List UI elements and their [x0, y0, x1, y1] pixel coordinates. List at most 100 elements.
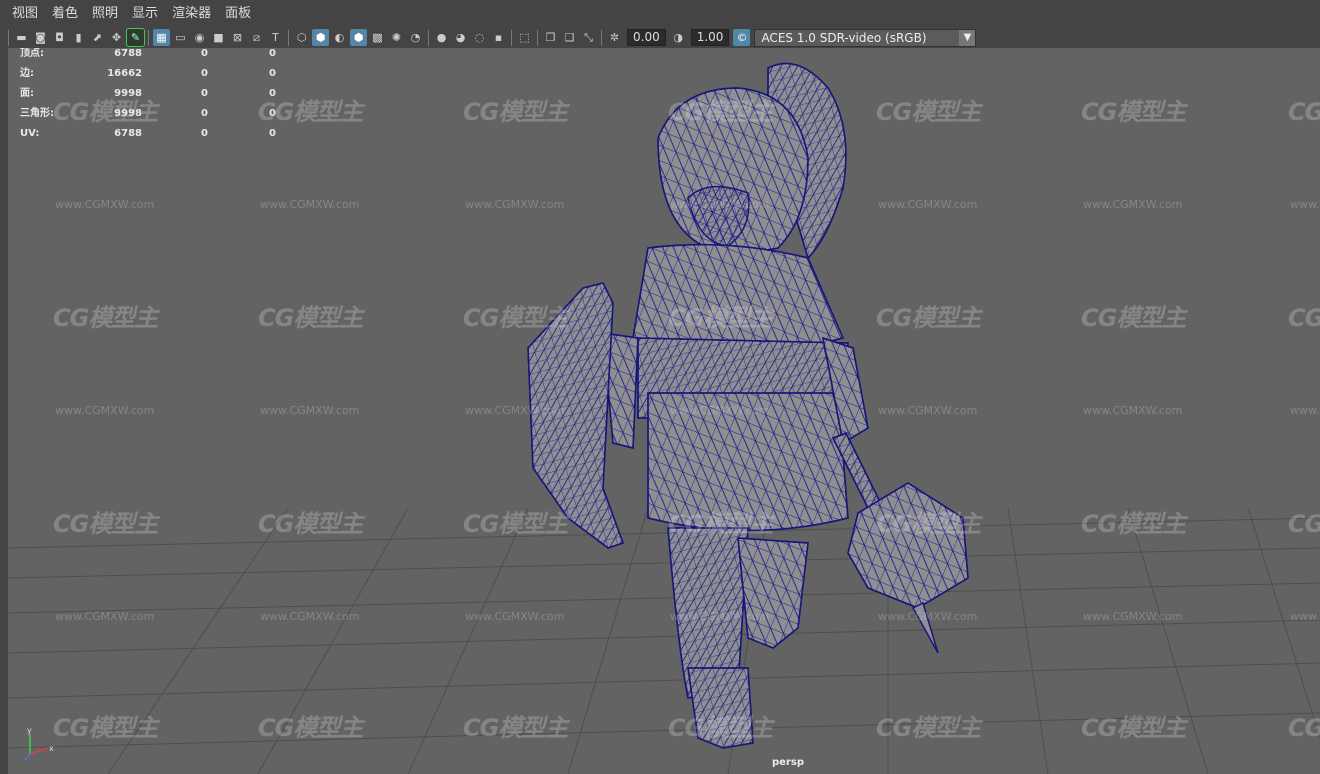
axis-y-label: y — [27, 726, 32, 735]
watermark-url: www.CGMXW.com — [670, 404, 770, 417]
toolbar-separator — [537, 29, 538, 46]
image-plane-icon[interactable]: ▮ — [70, 29, 87, 46]
shadows-icon[interactable]: ◔ — [407, 29, 424, 46]
persp-viewport[interactable]: 顶点: 6788 0 0 边: 16662 0 0 面: 9998 0 0 三角… — [8, 48, 1320, 774]
camera-attributes-icon[interactable]: ◙ — [32, 29, 49, 46]
menu-renderer[interactable]: 渲染器 — [165, 0, 218, 27]
2d-pan-zoom-icon[interactable]: ✥ — [108, 29, 125, 46]
camera-select-icon[interactable]: ▬ — [13, 29, 30, 46]
motion-blur-icon[interactable]: ◕ — [452, 29, 469, 46]
resolution-gate-icon[interactable]: ◉ — [191, 29, 208, 46]
watermark-logo: CG模型主 — [1288, 510, 1320, 538]
camera-display-icon[interactable]: ❐ — [542, 29, 559, 46]
field-chart-icon[interactable]: ⊠ — [229, 29, 246, 46]
hud-value: 6788 — [114, 48, 142, 59]
watermark-url: www.CGMXW.com — [1290, 404, 1320, 417]
axis-x-label: x — [49, 744, 54, 753]
smooth-shade-icon[interactable]: ⬢ — [312, 29, 329, 46]
watermark-logo: CG模型主 — [1081, 98, 1186, 126]
grid-icon[interactable]: ▦ — [153, 29, 170, 46]
lights-icon[interactable]: ✺ — [388, 29, 405, 46]
hud-row-uvs: UV: 6788 0 0 — [20, 128, 276, 148]
isolate-select-icon[interactable]: ⬚ — [516, 29, 533, 46]
xray-icon[interactable]: ▩ — [369, 29, 386, 46]
menu-view[interactable]: 视图 — [0, 0, 45, 27]
hud-row-vertices: 顶点: 6788 0 0 — [20, 48, 276, 68]
watermark-url: www.CGMXW.com — [1083, 404, 1183, 417]
watermark-url: www.CGMXW.com — [1083, 610, 1183, 623]
hud-value: 0 — [269, 68, 276, 79]
hud-value: 0 — [201, 128, 208, 139]
watermark-logo: CG模型主 — [876, 510, 981, 538]
safe-title-icon[interactable]: T — [267, 29, 284, 46]
watermark-logo: CG模型主 — [258, 304, 363, 332]
overscan-icon[interactable]: ❑ — [561, 29, 578, 46]
color-management-icon[interactable]: © — [733, 29, 751, 46]
hud-value: 16662 — [107, 68, 142, 79]
frame-all-icon[interactable]: ⤡ — [580, 29, 597, 46]
watermark-url: www.CGMXW.com — [878, 198, 978, 211]
watermark-logo: CG模型主 — [1081, 714, 1186, 742]
menu-show[interactable]: 显示 — [125, 0, 165, 27]
watermark-logo: CG模型主 — [258, 98, 363, 126]
view-transform-label: ACES 1.0 SDR-video (sRGB) — [761, 30, 927, 45]
maya-window: 视图 着色 照明 显示 渲染器 面板 ▬ ◙ ◘ ▮ ⬈ ✥ ✎ ▦ ▭ ◉ ■… — [0, 0, 1320, 774]
film-gate-icon[interactable]: ▭ — [172, 29, 189, 46]
2d-pan-icon[interactable]: ⬈ — [89, 29, 106, 46]
wireframe-on-shaded-icon[interactable]: ⬢ — [350, 29, 367, 46]
toolbar-separator — [511, 29, 512, 46]
depth-of-field-icon[interactable]: ▪ — [490, 29, 507, 46]
watermark-logo: CG模型主 — [53, 714, 158, 742]
watermark-logo: CG模型主 — [876, 304, 981, 332]
exposure-field[interactable]: 0.00 — [627, 29, 666, 46]
hud-value: 0 — [201, 48, 208, 59]
use-default-material-icon[interactable]: ◐ — [331, 29, 348, 46]
watermark-logo: CG模型主 — [1288, 714, 1320, 742]
watermark-logo: CG模型主 — [1288, 98, 1320, 126]
watermark-url: www.CGMXW.com — [260, 404, 360, 417]
watermark-url: www.CGMXW.com — [670, 198, 770, 211]
camera-name-label: persp — [772, 757, 804, 768]
chevron-down-icon[interactable]: ▼ — [959, 29, 976, 46]
toolbar-separator — [148, 29, 149, 46]
watermark-logo: CG模型主 — [53, 510, 158, 538]
exposure-icon[interactable]: ✲ — [606, 29, 623, 46]
hud-label: 顶点: — [20, 48, 44, 59]
bookmark-icon[interactable]: ◘ — [51, 29, 68, 46]
anti-aliasing-icon[interactable]: ◌ — [471, 29, 488, 46]
watermark-logo: CG模型主 — [463, 510, 568, 538]
watermark-logo: CG模型主 — [1288, 304, 1320, 332]
hud-value: 0 — [269, 48, 276, 59]
toolbar-separator — [428, 29, 429, 46]
hud-value: 0 — [201, 68, 208, 79]
view-axis-gizmo: y x — [24, 726, 54, 761]
menu-panels[interactable]: 面板 — [218, 0, 258, 27]
viewport-menu-bar: 视图 着色 照明 显示 渲染器 面板 — [0, 0, 1320, 27]
watermark-url: www.CGMXW.com — [1290, 198, 1320, 211]
watermark-url: www.CGMXW.com — [465, 610, 565, 623]
watermark-url: www.CGMXW.com — [1083, 198, 1183, 211]
safe-action-icon[interactable]: ⧄ — [248, 29, 265, 46]
gamma-field[interactable]: 1.00 — [690, 29, 730, 46]
wireframe-icon[interactable]: ⬡ — [293, 29, 310, 46]
watermark-logo: CG模型主 — [668, 304, 773, 332]
menu-lighting[interactable]: 照明 — [85, 0, 125, 27]
watermark-url: www.CGMXW.com — [670, 610, 770, 623]
grease-pencil-icon[interactable]: ✎ — [126, 28, 145, 47]
toolbar-separator — [8, 29, 9, 46]
hud-value: 0 — [269, 128, 276, 139]
watermark-url: www.CGMXW.com — [878, 610, 978, 623]
ambient-occlusion-icon[interactable]: ● — [433, 29, 450, 46]
hud-label: 边: — [20, 68, 34, 79]
watermark-url: www.CGMXW.com — [55, 610, 155, 623]
watermark-logo: CG模型主 — [463, 98, 568, 126]
menu-shading[interactable]: 着色 — [45, 0, 85, 27]
view-transform-dropdown[interactable]: ACES 1.0 SDR-video (sRGB) ▼ — [754, 28, 977, 47]
watermark-logo: CG模型主 — [53, 304, 158, 332]
watermark-url: www.CGMXW.com — [1290, 610, 1320, 623]
watermark-url: www.CGMXW.com — [878, 404, 978, 417]
gamma-icon[interactable]: ◑ — [670, 29, 687, 46]
watermark-logo: CG模型主 — [876, 714, 981, 742]
gate-mask-icon[interactable]: ■ — [210, 29, 227, 46]
watermark-logo: CG模型主 — [258, 510, 363, 538]
